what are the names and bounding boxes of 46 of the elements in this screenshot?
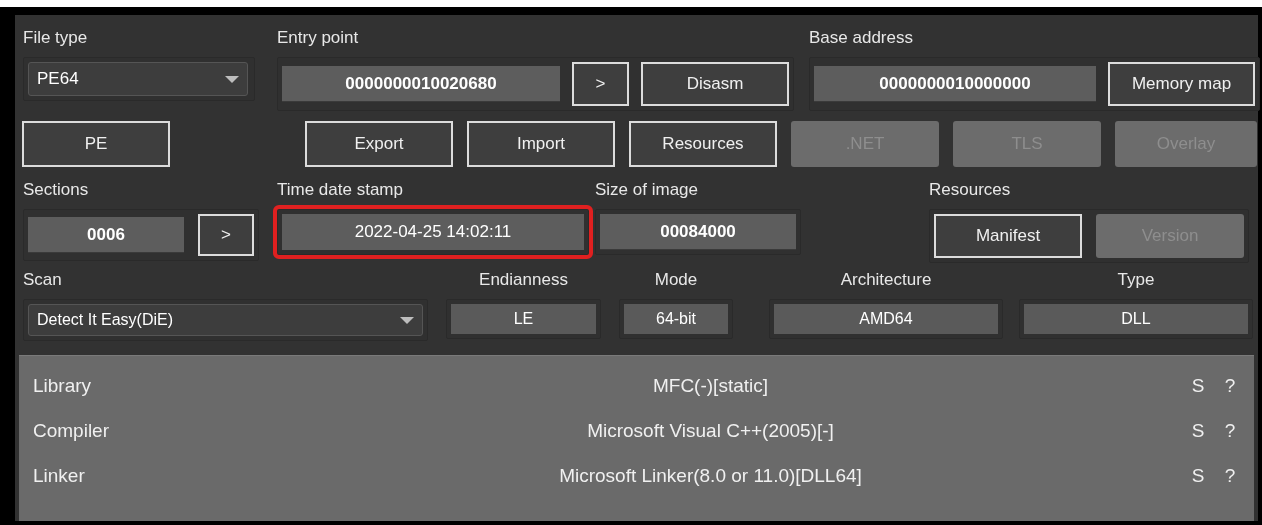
field-label: Size of image — [595, 179, 699, 201]
field-label: Entry point — [277, 27, 360, 49]
field-label: File type — [23, 27, 89, 49]
value-field: AMD64 — [774, 304, 998, 334]
button[interactable]: Memory map — [1108, 62, 1255, 106]
signature-link[interactable]: S — [1188, 462, 1208, 491]
button[interactable]: > — [572, 62, 629, 106]
field-label: Mode — [654, 269, 698, 291]
button[interactable]: Export — [305, 121, 453, 167]
caret-icon — [225, 75, 239, 83]
value-field: 0000000010020680 — [282, 66, 560, 102]
dropdown[interactable]: Detect It Easy(DiE) — [28, 304, 423, 336]
value-field: 0006 — [28, 217, 184, 253]
button[interactable]: Manifest — [934, 214, 1082, 258]
field-label: Base address — [809, 27, 914, 49]
field-label: Scan — [23, 269, 63, 291]
button[interactable]: Import — [467, 121, 615, 167]
field-label: Sections — [23, 179, 90, 201]
result-name: Microsoft Linker(8.0 or 11.0)[DLL64] — [558, 464, 863, 489]
field-label: Architecture — [840, 269, 932, 291]
dropdown[interactable]: PE64 — [28, 62, 248, 96]
button[interactable]: Resources — [629, 121, 777, 167]
button[interactable]: PE — [22, 121, 170, 167]
field-label: Resources — [929, 179, 1012, 201]
button[interactable]: Disasm — [641, 62, 789, 106]
button[interactable]: > — [198, 214, 254, 256]
result-name: Microsoft Visual C++(2005)[-] — [586, 419, 835, 444]
result-name: MFC(-)[static] — [651, 374, 769, 399]
value-field: 00084000 — [600, 214, 796, 250]
value-field: DLL — [1024, 304, 1248, 334]
result-type: Linker — [33, 464, 86, 489]
result-type: Compiler — [33, 419, 111, 444]
value-field: 0000000010000000 — [814, 66, 1096, 102]
value-field: LE — [451, 304, 596, 334]
info-link[interactable]: ? — [1220, 417, 1240, 446]
signature-link[interactable]: S — [1188, 417, 1208, 446]
signature-link[interactable]: S — [1188, 372, 1208, 401]
field-label: Endianness — [479, 269, 568, 291]
info-link[interactable]: ? — [1220, 372, 1240, 401]
field-label: Time date stamp — [277, 179, 404, 201]
result-type: Library — [33, 374, 93, 399]
caret-icon — [400, 316, 414, 324]
value-field: 2022-04-25 14:02:11 — [282, 214, 584, 250]
info-link[interactable]: ? — [1220, 462, 1240, 491]
value-field: 64-bit — [624, 304, 728, 334]
field-label: Type — [1117, 269, 1155, 291]
